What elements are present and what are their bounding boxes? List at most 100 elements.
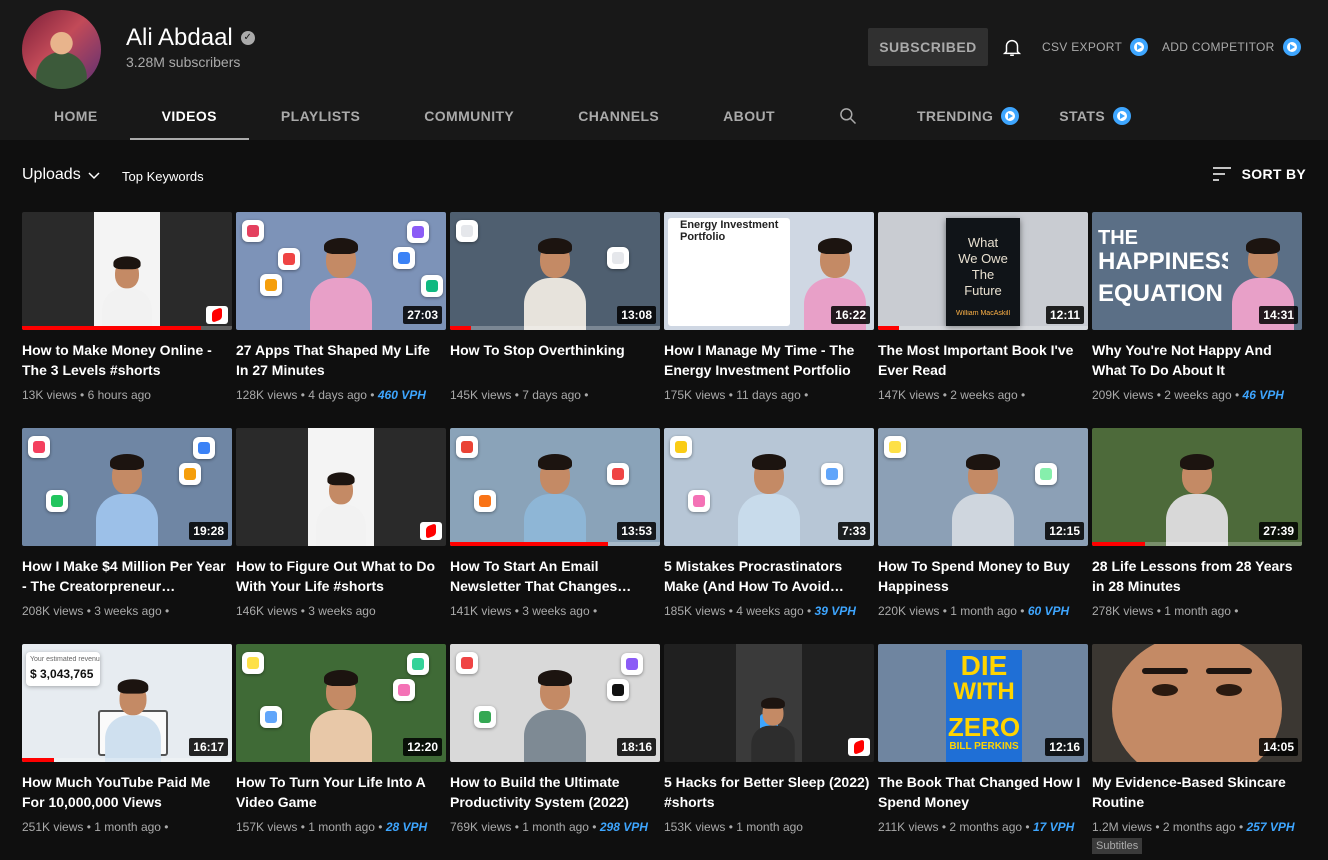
meta-separator: • bbox=[76, 388, 88, 402]
video-thumbnail[interactable]: THE HAPPINESS EQUATION 14:31 bbox=[1092, 212, 1302, 330]
thumbnail-person bbox=[316, 472, 366, 546]
video-title[interactable]: How I Make $4 Million Per Year - The Cre… bbox=[22, 556, 232, 596]
tab-home[interactable]: HOME bbox=[22, 94, 130, 140]
video-card[interactable]: 18:16 How to Build the Ultimate Productiv… bbox=[450, 644, 660, 860]
video-title[interactable]: The Book That Changed How I Spend Money bbox=[878, 772, 1088, 812]
video-title[interactable]: How To Start An Email Newsletter That Ch… bbox=[450, 556, 660, 596]
video-thumbnail[interactable] bbox=[664, 644, 874, 762]
video-card[interactable]: 27:03 27 Apps That Shaped My Life In 27 M… bbox=[236, 212, 446, 428]
video-title[interactable]: The Most Important Book I've Ever Read bbox=[878, 340, 1088, 380]
tab-trending[interactable]: TRENDING bbox=[889, 94, 1039, 140]
channel-search-icon[interactable] bbox=[807, 94, 889, 138]
video-card[interactable]: How to Figure Out What to Do With Your L… bbox=[236, 428, 446, 644]
thumbnail-person bbox=[96, 454, 158, 546]
thumbnail-app-icon bbox=[456, 436, 478, 458]
video-thumbnail[interactable] bbox=[22, 212, 232, 330]
video-card[interactable]: 12:20 How To Turn Your Life Into A Video … bbox=[236, 644, 446, 860]
video-card[interactable]: Your estimated revenue $ 3,043,765 16:17 Ho… bbox=[22, 644, 232, 860]
watch-progress-track bbox=[878, 326, 1088, 330]
tab-videos[interactable]: VIDEOS bbox=[129, 94, 249, 140]
tab-trending-label: TRENDING bbox=[916, 108, 994, 124]
sort-by-label: SORT BY bbox=[1241, 166, 1306, 182]
views-per-hour: 298 VPH bbox=[599, 820, 648, 834]
video-thumbnail[interactable]: 13:53 bbox=[450, 428, 660, 546]
video-title[interactable]: How To Turn Your Life Into A Video Game bbox=[236, 772, 446, 812]
video-thumbnail[interactable]: Your estimated revenue $ 3,043,765 16:17 bbox=[22, 644, 232, 762]
sort-icon bbox=[1212, 167, 1231, 181]
channel-avatar[interactable] bbox=[22, 10, 101, 89]
upload-age: 3 weeks ago bbox=[308, 604, 376, 618]
video-card[interactable]: 27:39 28 Life Lessons from 28 Years in 28… bbox=[1092, 428, 1302, 644]
video-card[interactable]: 7:33 5 Mistakes Procrastinators Make (And… bbox=[664, 428, 874, 644]
video-card[interactable]: 13:53 How To Start An Email Newsletter Th… bbox=[450, 428, 660, 644]
video-title[interactable]: 28 Life Lessons from 28 Years in 28 Minu… bbox=[1092, 556, 1302, 596]
thumbnail-app-icon bbox=[193, 437, 215, 459]
video-title[interactable]: How To Stop Overthinking bbox=[450, 340, 660, 380]
thumbnail-app-icon bbox=[393, 679, 415, 701]
video-card[interactable]: 13:08 How To Stop Overthinking 145K views … bbox=[450, 212, 660, 428]
channel-name[interactable]: Ali Abdaal bbox=[126, 24, 233, 52]
video-thumbnail[interactable]: 12:15 bbox=[878, 428, 1088, 546]
upload-age: 1 month ago bbox=[522, 820, 589, 834]
subtitles-chip: Subtitles bbox=[1092, 838, 1143, 854]
video-title[interactable]: Why You're Not Happy And What To Do Abou… bbox=[1092, 340, 1302, 380]
thumbnail-book-title: Future bbox=[964, 284, 1002, 297]
thumbnail-app-icon bbox=[260, 274, 282, 296]
video-card[interactable]: THE HAPPINESS EQUATION 14:31 Why You're Not … bbox=[1092, 212, 1302, 428]
video-card[interactable]: 5 Hacks for Better Sleep (2022) #shorts 1… bbox=[664, 644, 874, 860]
video-duration: 16:17 bbox=[189, 738, 228, 756]
top-keywords-button[interactable]: Top Keywords bbox=[112, 162, 214, 190]
video-title[interactable]: 5 Hacks for Better Sleep (2022) #shorts bbox=[664, 772, 874, 812]
uploads-dropdown[interactable]: Uploads bbox=[22, 166, 101, 184]
video-thumbnail[interactable]: 14:05 bbox=[1092, 644, 1302, 762]
video-card[interactable]: 12:15 How To Spend Money to Buy Happiness… bbox=[878, 428, 1088, 644]
video-thumbnail[interactable] bbox=[236, 428, 446, 546]
video-thumbnail[interactable]: 13:08 bbox=[450, 212, 660, 330]
video-card[interactable]: How to Make Money Online - The 3 Levels … bbox=[22, 212, 232, 428]
video-card[interactable]: 19:28 How I Make $4 Million Per Year - Th… bbox=[22, 428, 232, 644]
video-thumbnail[interactable]: 27:39 bbox=[1092, 428, 1302, 546]
video-thumbnail[interactable]: What We Owe The Future William MacAskill 12:1… bbox=[878, 212, 1088, 330]
video-thumbnail[interactable]: 18:16 bbox=[450, 644, 660, 762]
channel-header: Ali Abdaal ✓ 3.28M subscribers SUBSCRIBE… bbox=[0, 0, 1328, 140]
video-card[interactable]: Energy Investment Portfolio 16:22 How I Man… bbox=[664, 212, 874, 428]
video-title[interactable]: 27 Apps That Shaped My Life In 27 Minute… bbox=[236, 340, 446, 380]
add-competitor-button[interactable]: ADD COMPETITOR bbox=[1162, 38, 1301, 56]
video-thumbnail[interactable]: Energy Investment Portfolio 16:22 bbox=[664, 212, 874, 330]
tab-about[interactable]: ABOUT bbox=[691, 94, 807, 140]
video-title[interactable]: How I Manage My Time - The Energy Invest… bbox=[664, 340, 874, 380]
video-title[interactable]: My Evidence-Based Skincare Routine bbox=[1092, 772, 1302, 812]
video-thumbnail[interactable]: 7:33 bbox=[664, 428, 874, 546]
video-card[interactable]: 14:05 My Evidence-Based Skincare Routine 1… bbox=[1092, 644, 1302, 860]
csv-export-button[interactable]: CSV EXPORT bbox=[1042, 38, 1149, 56]
tab-channels[interactable]: CHANNELS bbox=[546, 94, 691, 140]
meta-separator: • bbox=[589, 604, 598, 618]
video-duration: 14:05 bbox=[1259, 738, 1298, 756]
video-meta: 157K views • 1 month ago • 28 VPH bbox=[236, 820, 446, 834]
video-card[interactable]: What We Owe The Future William MacAskill 12:1… bbox=[878, 212, 1088, 428]
meta-separator: • bbox=[160, 820, 169, 834]
video-thumbnail[interactable]: 27:03 bbox=[236, 212, 446, 330]
thumbnail-app-icon bbox=[607, 463, 629, 485]
sort-by-button[interactable]: SORT BY bbox=[1212, 166, 1306, 182]
video-title[interactable]: How To Spend Money to Buy Happiness bbox=[878, 556, 1088, 596]
video-title[interactable]: How to Build the Ultimate Productivity S… bbox=[450, 772, 660, 812]
video-title[interactable]: How Much YouTube Paid Me For 10,000,000 … bbox=[22, 772, 232, 812]
video-card[interactable]: DIE WITH ZERO BILL PERKINS 12:16 The Book Tha… bbox=[878, 644, 1088, 860]
video-meta: 185K views • 4 weeks ago • 39 VPH bbox=[664, 604, 874, 618]
meta-separator: • bbox=[1016, 604, 1028, 618]
video-title[interactable]: How to Make Money Online - The 3 Levels … bbox=[22, 340, 232, 380]
tab-community[interactable]: COMMUNITY bbox=[392, 94, 546, 140]
video-meta: 209K views • 2 weeks ago • 46 VPH bbox=[1092, 388, 1302, 402]
video-thumbnail[interactable]: DIE WITH ZERO BILL PERKINS 12:16 bbox=[878, 644, 1088, 762]
video-title[interactable]: How to Figure Out What to Do With Your L… bbox=[236, 556, 446, 596]
tab-stats[interactable]: STATS bbox=[1039, 94, 1151, 140]
subscribe-button[interactable]: SUBSCRIBED bbox=[868, 28, 988, 66]
notification-bell-icon[interactable] bbox=[1001, 36, 1023, 58]
thumbnail-caption: Portfolio bbox=[680, 232, 726, 243]
video-thumbnail[interactable]: 12:20 bbox=[236, 644, 446, 762]
video-thumbnail[interactable]: 19:28 bbox=[22, 428, 232, 546]
thumbnail-person bbox=[751, 697, 795, 762]
video-title[interactable]: 5 Mistakes Procrastinators Make (And How… bbox=[664, 556, 874, 596]
tab-playlists[interactable]: PLAYLISTS bbox=[249, 94, 392, 140]
